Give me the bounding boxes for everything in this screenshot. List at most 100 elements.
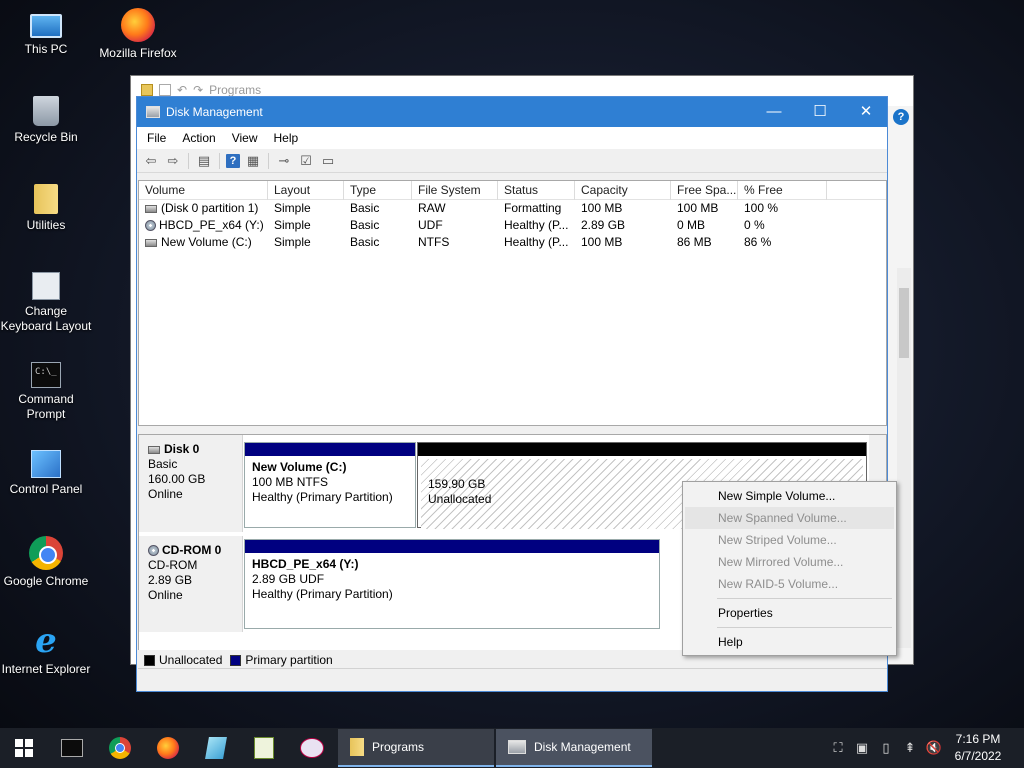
disk-state: Online xyxy=(148,588,183,602)
disk-0-label[interactable]: Disk 0 Basic 160.00 GB Online xyxy=(139,435,243,532)
desktop-icon-label: Utilities xyxy=(26,218,66,232)
column-header-status[interactable]: Status xyxy=(498,181,575,200)
forward-arrow-icon[interactable]: ⇨ xyxy=(164,153,182,169)
show-hide-console-tree-icon[interactable]: ▤ xyxy=(195,153,213,169)
chrome-icon xyxy=(29,536,63,570)
taskbar-command-prompt[interactable] xyxy=(48,728,96,768)
desktop-icon-internet-explorer[interactable]: e Internet Explorer xyxy=(0,624,92,677)
volume-type: Basic xyxy=(350,201,380,215)
usb-icon[interactable]: ⇞ xyxy=(898,728,922,768)
menu-help[interactable]: Help xyxy=(266,131,307,145)
column-header-layout[interactable]: Layout xyxy=(268,181,344,200)
clock[interactable]: 7:16 PM 6/7/2022 xyxy=(946,731,1010,765)
desktop-icon-change-keyboard-layout[interactable]: Change Keyboard Layout xyxy=(0,272,92,334)
control-panel-icon xyxy=(31,450,61,478)
volume-percent-free: 86 % xyxy=(744,235,772,249)
disk-type: CD-ROM xyxy=(148,558,198,572)
start-button[interactable] xyxy=(0,728,48,768)
volume-row[interactable]: New Volume (C:) Simple Basic NTFS Health… xyxy=(139,234,886,251)
taskbar-task-programs[interactable]: Programs xyxy=(338,729,494,767)
disk-size: 160.00 GB xyxy=(148,472,206,486)
menu-view[interactable]: View xyxy=(224,131,266,145)
desktop-icon-utilities[interactable]: Utilities xyxy=(0,184,92,233)
title-bar[interactable]: Disk Management — ☐ ✕ xyxy=(137,97,887,127)
volume-row[interactable]: (Disk 0 partition 1) Simple Basic RAW Fo… xyxy=(139,200,886,217)
desktop-icon-this-pc[interactable]: This PC xyxy=(0,8,92,57)
minimize-button[interactable]: — xyxy=(751,97,797,127)
menu-action[interactable]: Action xyxy=(174,131,223,145)
computer-icon xyxy=(30,14,62,38)
column-header-capacity[interactable]: Capacity xyxy=(575,181,671,200)
legend-swatch xyxy=(144,655,155,667)
cdrom-0-label[interactable]: CD-ROM 0 CD-ROM 2.89 GB Online xyxy=(139,536,243,632)
properties-icon xyxy=(159,84,171,96)
column-header-volume[interactable]: Volume xyxy=(139,181,268,200)
toolbar-separator xyxy=(188,152,189,169)
partition-new-volume-c[interactable]: New Volume (C:) 100 MB NTFS Healthy (Pri… xyxy=(244,442,416,528)
desktop-icon-command-prompt[interactable]: C:\_ Command Prompt xyxy=(0,362,92,422)
volume-row[interactable]: HBCD_PE_x64 (Y:) Simple Basic UDF Health… xyxy=(139,217,886,234)
taskbar-notepad[interactable] xyxy=(192,728,240,768)
menu-item-help[interactable]: Help xyxy=(685,631,894,653)
status-bar xyxy=(138,668,887,690)
taskbar-firefox[interactable] xyxy=(144,728,192,768)
maximize-button[interactable]: ☐ xyxy=(797,97,843,127)
check-icon[interactable]: ☑ xyxy=(297,153,315,169)
help-icon[interactable]: ? xyxy=(226,153,240,168)
action-pane-icon[interactable]: ▦ xyxy=(244,153,262,169)
close-button[interactable]: ✕ xyxy=(843,97,889,127)
desktop-icon-chrome[interactable]: Google Chrome xyxy=(0,536,92,589)
connect-icon[interactable]: ⊸ xyxy=(275,153,293,169)
menu-separator xyxy=(717,627,892,628)
desktop-icon-recycle-bin[interactable]: Recycle Bin xyxy=(0,96,92,145)
desktop-icon-label: Google Chrome xyxy=(3,574,89,588)
taskbar-chart-tool[interactable] xyxy=(240,728,288,768)
volume-type: Basic xyxy=(350,218,380,232)
task-label: Programs xyxy=(372,740,425,754)
network-icon[interactable]: ⛶ xyxy=(826,728,850,768)
column-header-file-system[interactable]: File System xyxy=(412,181,498,200)
help-icon[interactable]: ? xyxy=(893,109,909,125)
undo-icon: ↶ xyxy=(177,83,188,97)
desktop-icon-control-panel[interactable]: Control Panel xyxy=(0,450,92,497)
column-header-percent-free[interactable]: % Free xyxy=(738,181,827,200)
partition-name: New Volume (C:) xyxy=(252,460,347,474)
taskbar-chrome[interactable] xyxy=(96,728,144,768)
back-arrow-icon[interactable]: ⇦ xyxy=(142,153,160,169)
paint-icon xyxy=(300,738,324,758)
partition-hbcd-pe-x64-y[interactable]: HBCD_PE_x64 (Y:) 2.89 GB UDF Healthy (Pr… xyxy=(244,539,660,629)
desktop-icon-firefox[interactable]: Mozilla Firefox xyxy=(92,8,184,61)
taskbar-task-disk-management[interactable]: Disk Management xyxy=(496,729,652,767)
menu-item-new-mirrored-volume: New Mirrored Volume... xyxy=(718,555,844,569)
volume-percent-free: 0 % xyxy=(744,218,765,232)
menu-item-properties[interactable]: Properties xyxy=(685,602,894,624)
volume-capacity: 2.89 GB xyxy=(581,218,626,232)
command-prompt-icon xyxy=(61,739,83,757)
disk-name: Disk 0 xyxy=(164,442,200,456)
column-header-free-space[interactable]: Free Spa... xyxy=(671,181,738,200)
taskbar: Programs Disk Management ⛶ ▣ ▯ ⇞ 🔇 7:16 … xyxy=(0,728,1024,768)
redo-icon: ↷ xyxy=(193,83,204,97)
legend-item-primary-partition: Primary partition xyxy=(230,653,333,667)
clock-time: 7:16 PM xyxy=(955,732,1001,746)
volume-icon xyxy=(145,204,157,213)
scrollbar-thumb[interactable] xyxy=(899,288,909,358)
taskbar-paint[interactable] xyxy=(288,728,336,768)
volume-list[interactable]: Volume Layout Type File System Status Ca… xyxy=(138,180,887,426)
properties-icon[interactable]: ▭ xyxy=(319,153,337,169)
volume-muted-icon[interactable]: 🔇 xyxy=(922,728,946,768)
disk-name: CD-ROM 0 xyxy=(162,543,222,557)
task-label: Disk Management xyxy=(534,740,631,754)
window-title: Disk Management xyxy=(166,105,263,119)
menu-file[interactable]: File xyxy=(139,131,174,145)
toolbar-separator xyxy=(219,152,220,169)
volume-name: New Volume (C:) xyxy=(161,235,252,249)
programs-scrollbar[interactable] xyxy=(897,268,911,648)
desktop-icon-label: Recycle Bin xyxy=(14,130,78,144)
display-icon[interactable]: ▣ xyxy=(850,728,874,768)
disk-type: Basic xyxy=(148,457,178,471)
partition-bar xyxy=(245,540,659,553)
column-header-type[interactable]: Type xyxy=(344,181,412,200)
clipboard-icon[interactable]: ▯ xyxy=(874,728,898,768)
menu-item-new-simple-volume[interactable]: New Simple Volume... xyxy=(685,485,894,507)
